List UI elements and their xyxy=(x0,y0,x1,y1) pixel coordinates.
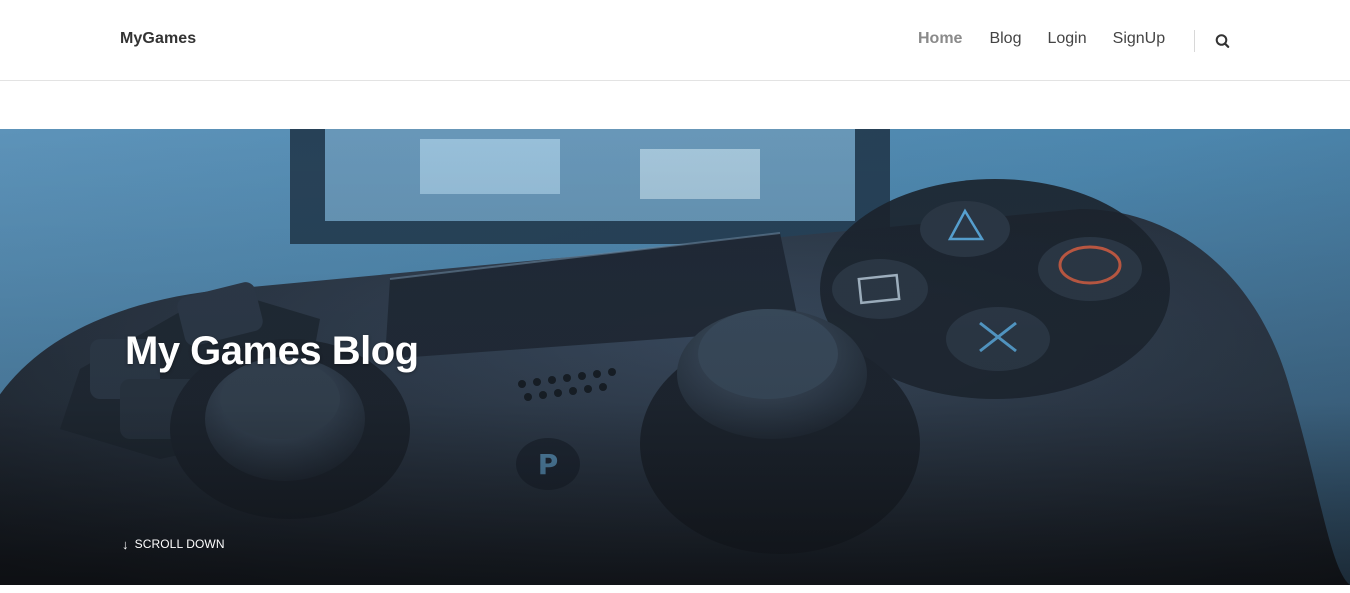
navbar: MyGames Home Blog Login SignUp xyxy=(0,0,1350,81)
hero-section: P My Games Blog ↓ SCROLL DOWN xyxy=(0,129,1350,585)
nav-item-home: Home xyxy=(918,30,962,48)
scroll-down-link[interactable]: ↓ SCROLL DOWN xyxy=(122,537,225,551)
brand-logo[interactable]: MyGames xyxy=(120,30,196,48)
nav-link-home[interactable]: Home xyxy=(918,30,962,48)
nav-link-signup[interactable]: SignUp xyxy=(1113,30,1165,48)
nav-item-login: Login xyxy=(1047,30,1086,48)
nav-item-signup: SignUp xyxy=(1113,30,1165,48)
nav-links: Home Blog Login SignUp xyxy=(918,30,1165,48)
nav-link-login[interactable]: Login xyxy=(1047,30,1086,48)
nav-link-blog[interactable]: Blog xyxy=(989,30,1021,48)
arrow-down-icon: ↓ xyxy=(122,536,129,552)
search-button[interactable] xyxy=(1213,31,1233,51)
hero-title: My Games Blog xyxy=(125,329,419,373)
nav-item-blog: Blog xyxy=(989,30,1021,48)
scroll-down-label: SCROLL DOWN xyxy=(134,537,225,551)
search-icon xyxy=(1215,34,1230,48)
nav-divider xyxy=(1194,30,1195,52)
